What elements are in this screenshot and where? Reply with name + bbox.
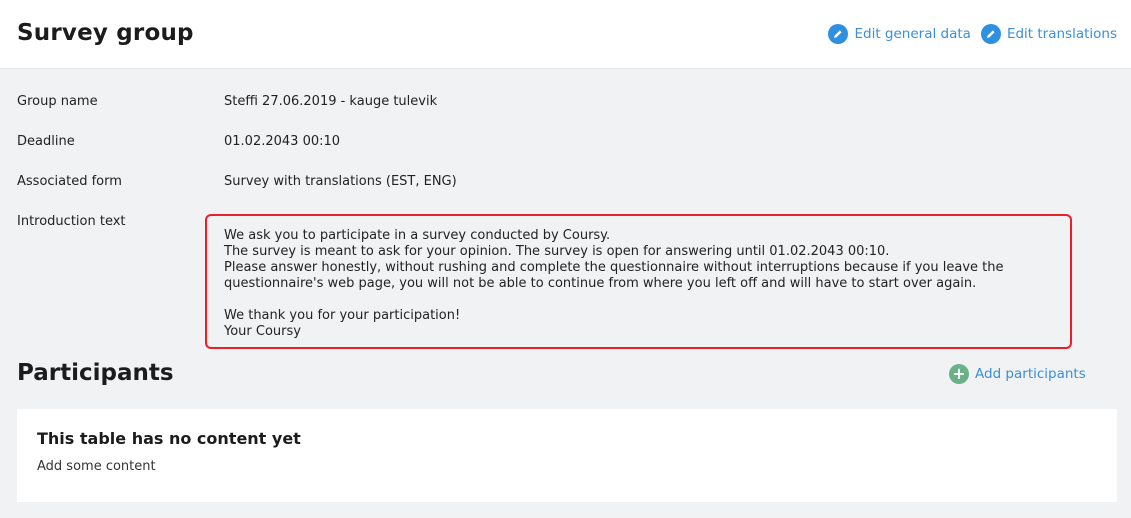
edit-general-data-label: Edit general data <box>854 26 971 42</box>
detail-value: 01.02.2043 00:10 <box>224 134 341 149</box>
participants-table-empty: This table has no content yet Add some c… <box>17 409 1117 502</box>
detail-value: Steffi 27.06.2019 - kauge tulevik <box>224 94 438 109</box>
intro-line: Please answer honestly, without rushing … <box>224 260 1004 275</box>
introduction-text-box: We ask you to participate in a survey co… <box>205 214 1072 349</box>
edit-general-data-button[interactable]: Edit general data <box>828 24 971 44</box>
detail-label: Deadline <box>17 134 75 149</box>
detail-label: Associated form <box>17 174 122 189</box>
intro-line: We ask you to participate in a survey co… <box>224 228 611 243</box>
intro-line: questionnaire's web page, you will not b… <box>224 276 977 291</box>
detail-value: Survey with translations (EST, ENG) <box>224 174 457 189</box>
intro-spacer <box>224 292 1053 308</box>
add-participants-button[interactable]: + Add participants <box>949 364 1086 384</box>
edit-translations-button[interactable]: Edit translations <box>980 24 1117 44</box>
empty-state-subtitle: Add some content <box>37 459 156 474</box>
page-header: Survey group Edit general data Edit tran… <box>0 0 1131 69</box>
page-title: Survey group <box>17 20 194 46</box>
intro-line: We thank you for your participation! <box>224 308 461 323</box>
detail-label: Group name <box>17 94 98 109</box>
detail-label: Introduction text <box>17 214 126 229</box>
empty-state-title: This table has no content yet <box>37 429 301 448</box>
intro-line: Your Coursy <box>224 324 301 339</box>
participants-title: Participants <box>17 360 174 386</box>
plus-icon: + <box>949 364 969 384</box>
header-actions: Edit general data Edit translations <box>828 24 1117 44</box>
intro-line: The survey is meant to ask for your opin… <box>224 244 890 259</box>
pencil-icon <box>828 24 849 44</box>
add-participants-label: Add participants <box>975 366 1086 382</box>
edit-translations-label: Edit translations <box>1006 26 1117 42</box>
pencil-icon <box>980 24 1001 44</box>
